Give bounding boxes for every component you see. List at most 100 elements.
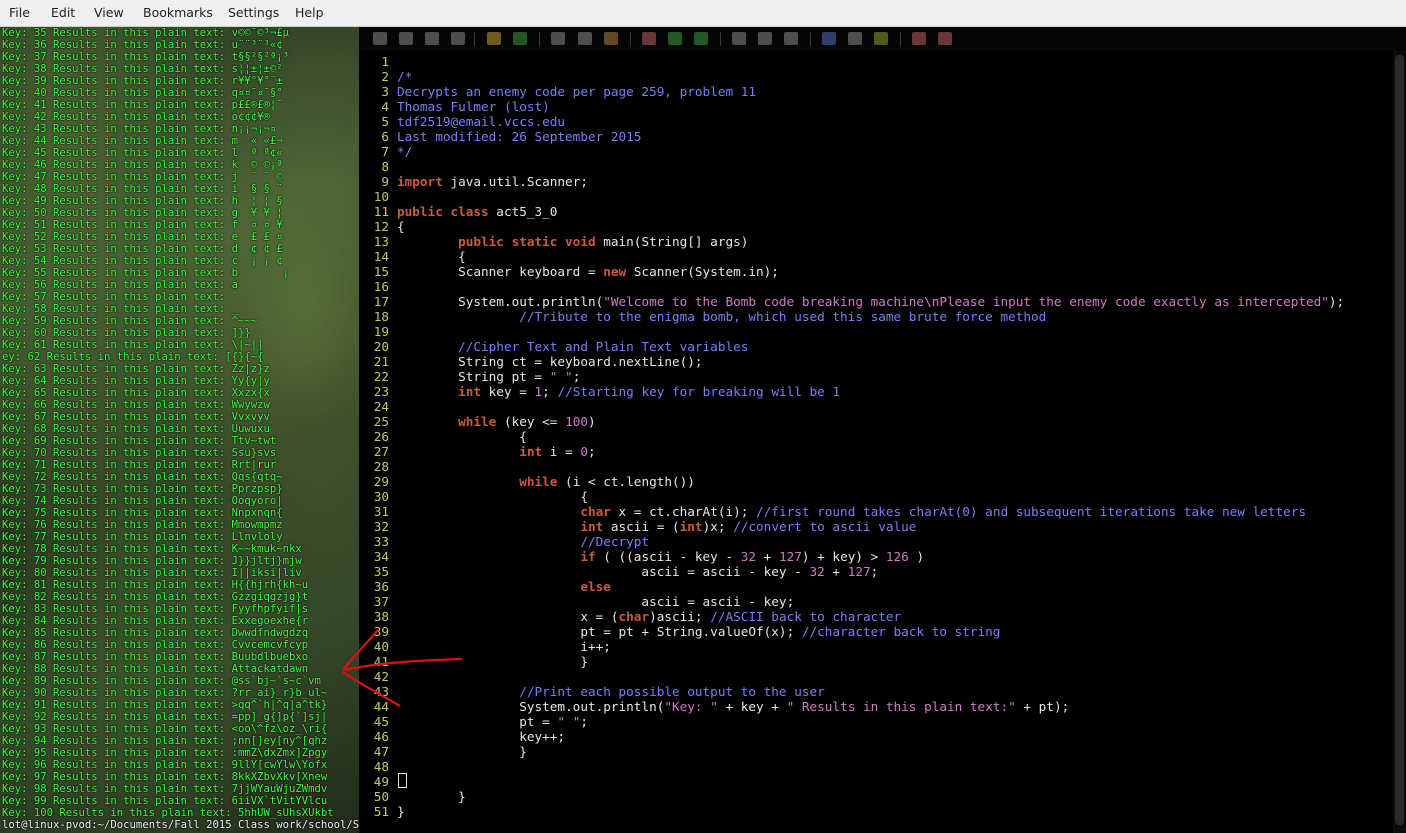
- code-token: {: [397, 429, 527, 444]
- debug-icon[interactable]: [822, 32, 836, 45]
- save-all-icon[interactable]: [425, 32, 439, 45]
- code-token: new: [603, 264, 627, 279]
- link-icon[interactable]: [784, 32, 798, 45]
- line-number: 31: [373, 504, 389, 519]
- code-line: 14 {: [359, 249, 466, 264]
- line-number: 21: [373, 354, 389, 369]
- terminal-line: Key: 87 Results in this plain text: Buub…: [2, 651, 309, 663]
- terminal-line: Key: 51 Results in this plain text: f ¤ …: [2, 219, 283, 231]
- code-line: 50 }: [359, 789, 466, 804]
- scrollbar-thumb[interactable]: [1395, 55, 1404, 825]
- terminal-line: Key: 75 Results in this plain text: Nnpx…: [2, 507, 283, 519]
- code-token: (i < ct.length()): [557, 474, 695, 489]
- terminal-line: Key: 88 Results in this plain text: Atta…: [2, 663, 309, 675]
- menu-file[interactable]: File: [9, 5, 30, 20]
- undo-icon[interactable]: [487, 32, 501, 45]
- code-text: while (i < ct.length()): [397, 474, 695, 489]
- code-token: 127: [778, 549, 802, 564]
- code-token: }: [397, 654, 588, 669]
- print-icon[interactable]: [451, 32, 465, 45]
- terminal-prompt[interactable]: lot@linux-pvod:~/Documents/Fall 2015 Cla…: [2, 819, 359, 831]
- code-line: 51}: [359, 804, 405, 819]
- toolbar-separator: [900, 32, 901, 46]
- menu-settings[interactable]: Settings: [228, 5, 279, 20]
- build-icon[interactable]: [758, 32, 772, 45]
- forward-icon[interactable]: [668, 32, 682, 45]
- tools-icon[interactable]: [938, 32, 952, 45]
- code-text: //Print each possible output to the user: [397, 684, 825, 699]
- terminal-line: Key: 81 Results in this plain text: H{{h…: [2, 579, 309, 591]
- code-token: }: [397, 804, 405, 819]
- menu-edit[interactable]: Edit: [51, 5, 75, 20]
- terminal-line: Key: 54 Results in this plain text: c ¡ …: [2, 255, 283, 267]
- list-icon[interactable]: [848, 32, 862, 45]
- line-number: 10: [373, 189, 389, 204]
- paste-icon[interactable]: [604, 32, 618, 45]
- line-number: 38: [373, 609, 389, 624]
- text-cursor: [398, 773, 407, 788]
- code-line: 26 {: [359, 429, 527, 444]
- code-token: String pt =: [397, 369, 550, 384]
- line-number: 15: [373, 264, 389, 279]
- terminal-line: Key: 78 Results in this plain text: K~~k…: [2, 543, 302, 555]
- code-token: //character back to string: [801, 624, 1001, 639]
- code-text: pt = " ";: [397, 714, 588, 729]
- code-token: +: [756, 549, 779, 564]
- menu-view[interactable]: View: [94, 5, 124, 20]
- line-number: 9: [381, 174, 389, 189]
- code-token: 1: [534, 384, 543, 399]
- code-line: 43 //Print each possible output to the u…: [359, 684, 825, 699]
- save-icon[interactable]: [399, 32, 413, 45]
- code-text: key++;: [397, 729, 565, 744]
- code-text: System.out.println("Key: " + key + " Res…: [397, 699, 1069, 714]
- code-line: 34 if ( ((ascii - key - 32 + 127) + key)…: [359, 549, 924, 564]
- code-token: 126: [885, 549, 909, 564]
- code-token: 32: [740, 549, 757, 564]
- line-number: 29: [373, 474, 389, 489]
- line-number: 2: [381, 69, 389, 84]
- line-number: 32: [373, 519, 389, 534]
- code-editor[interactable]: 1 2/* 3 Decrypts an enemy code per page 259…: [359, 27, 1406, 833]
- line-number: 42: [373, 669, 389, 684]
- terminal-line: Key: 66 Results in this plain text: Wwyw…: [2, 399, 270, 411]
- line-number: 5: [381, 114, 389, 129]
- terminal-line: Key: 37 Results in this plain text: t§§²…: [2, 51, 290, 63]
- run-icon[interactable]: [874, 32, 888, 45]
- compile-icon[interactable]: [732, 32, 746, 45]
- help-icon[interactable]: [912, 32, 926, 45]
- menu-help[interactable]: Help: [295, 5, 324, 20]
- terminal-pane[interactable]: Key: 35 Results in this plain text: v©©¯…: [0, 27, 359, 833]
- prompt-text: lot@linux-pvod:~/Documents/Fall 2015 Cla…: [2, 819, 359, 831]
- terminal-line: Key: 42 Results in this plain text: o¢¢­…: [2, 111, 270, 123]
- back-icon[interactable]: [694, 32, 708, 45]
- line-number: 7: [381, 144, 389, 159]
- code-token: String ct = keyboard.nextLine();: [397, 354, 703, 369]
- cut-icon[interactable]: [551, 32, 565, 45]
- code-line: 15 Scanner keyboard = new Scanner(System…: [359, 264, 779, 279]
- terminal-line: Key: 43 Results in this plain text: n¡¡¬…: [2, 123, 277, 135]
- terminal-line: Key: 91 Results in this plain text: >qq^…: [2, 699, 328, 711]
- new-file-icon[interactable]: [373, 32, 387, 45]
- code-line: 4 Thomas Fulmer (lost): [359, 99, 549, 114]
- menu-bookmarks[interactable]: Bookmarks: [143, 5, 213, 20]
- code-line: 48: [359, 759, 389, 774]
- edit-icon[interactable]: [642, 32, 656, 45]
- terminal-line: Key: 56 Results in this plain text: a: [2, 279, 238, 291]
- line-number: 41: [373, 654, 389, 669]
- code-text-area[interactable]: 1 2/* 3 Decrypts an enemy code per page 259…: [359, 51, 1393, 833]
- copy-icon[interactable]: [578, 32, 592, 45]
- terminal-line: Key: 86 Results in this plain text: Cvvc…: [2, 639, 309, 651]
- code-token: char: [580, 504, 611, 519]
- code-text: }: [397, 789, 466, 804]
- redo-icon[interactable]: [513, 32, 527, 45]
- line-number: 43: [373, 684, 389, 699]
- vertical-scrollbar[interactable]: [1393, 51, 1406, 833]
- code-text: if ( ((ascii - key - 32 + 127) + key) > …: [397, 549, 924, 564]
- code-token: }: [397, 789, 466, 804]
- terminal-line: Key: 69 Results in this plain text: Ttv~…: [2, 435, 277, 447]
